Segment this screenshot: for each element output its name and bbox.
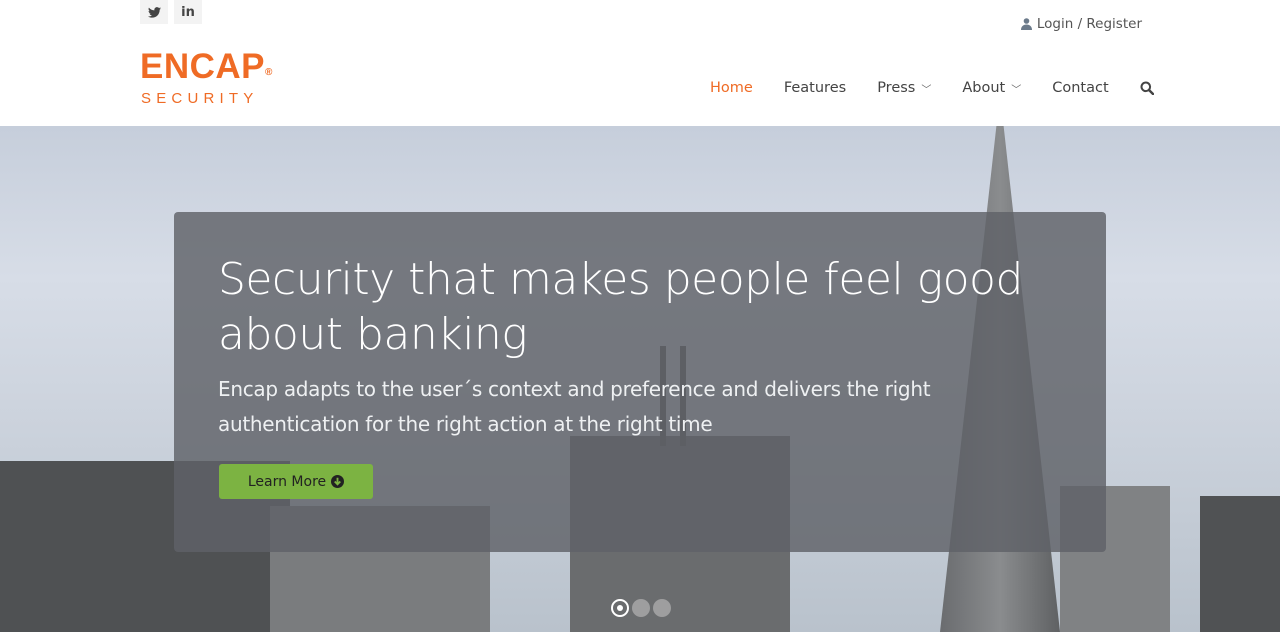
linkedin-icon: in xyxy=(181,4,195,20)
logo-main: ENCAP xyxy=(140,47,266,86)
learn-more-label: Learn More xyxy=(247,473,327,490)
encap-logo[interactable]: ENCAP® SECURITY xyxy=(140,47,273,108)
linkedin-link[interactable]: in xyxy=(174,0,202,24)
main-nav: Home Features Press ﹀ About ﹀ Contact xyxy=(710,80,1185,96)
chevron-down-icon: ﹀ xyxy=(1011,84,1022,96)
learn-more-button[interactable]: Learn More xyxy=(219,464,373,499)
slide-dot-1[interactable] xyxy=(611,599,629,617)
nav-press-label: Press xyxy=(877,80,916,96)
slider-pagination xyxy=(611,599,671,617)
social-links: in xyxy=(140,0,202,24)
hero-title: Security that makes people feel good abo… xyxy=(218,254,1023,360)
chevron-down-icon: ﹀ xyxy=(921,84,932,96)
slide-dot-3[interactable] xyxy=(653,599,671,617)
hero-subtitle: Encap adapts to the user´s context and p… xyxy=(218,377,931,436)
login-register-link[interactable]: Login / Register xyxy=(1020,16,1142,32)
login-label: Login / Register xyxy=(1036,16,1142,32)
slide-dot-2[interactable] xyxy=(632,599,650,617)
hero-slider: Security that makes people feel good abo… xyxy=(0,126,1280,632)
nav-contact[interactable]: Contact xyxy=(1052,80,1108,96)
twitter-icon xyxy=(147,6,161,18)
site-header: in Login / Register ENCAP® SECURITY Home… xyxy=(0,0,1280,126)
nav-features[interactable]: Features xyxy=(784,80,846,96)
arrow-circle-down-icon xyxy=(331,475,345,488)
nav-contact-label: Contact xyxy=(1052,80,1109,96)
logo-registered: ® xyxy=(265,67,273,78)
nav-about-label: About xyxy=(962,80,1006,96)
user-icon xyxy=(1020,18,1032,30)
search-icon xyxy=(1140,81,1154,95)
hero-caption-panel: Security that makes people feel good abo… xyxy=(174,212,1106,552)
nav-home-label: Home xyxy=(710,80,753,96)
search-button[interactable] xyxy=(1140,81,1154,95)
twitter-link[interactable] xyxy=(140,0,168,24)
nav-features-label: Features xyxy=(783,80,847,96)
nav-about[interactable]: About ﹀ xyxy=(962,80,1021,96)
nav-home[interactable]: Home xyxy=(710,80,753,96)
logo-sub: SECURITY xyxy=(141,90,259,107)
nav-press[interactable]: Press ﹀ xyxy=(877,80,931,96)
